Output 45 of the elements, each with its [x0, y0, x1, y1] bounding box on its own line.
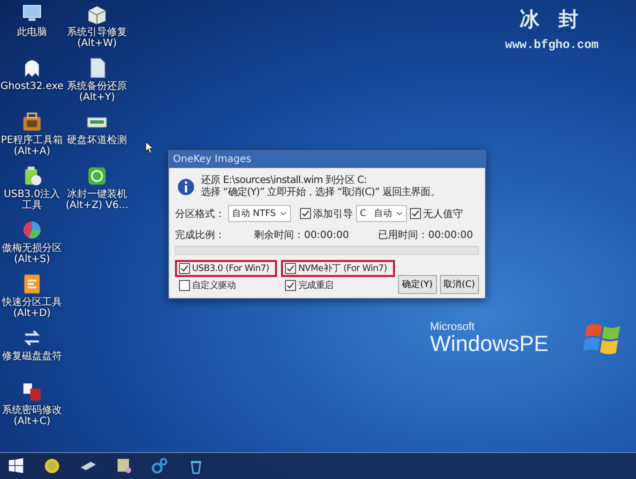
desktop-shortcut[interactable]: 冰封一键装机 (Alt+Z) V6...	[64, 164, 130, 218]
checkbox-label: 完成重启	[298, 280, 334, 292]
checkbox-label: 无人值守	[423, 208, 464, 220]
mouse-pointer-icon	[145, 141, 153, 154]
checkbox[interactable]	[285, 263, 296, 274]
desktop-shortcut[interactable]: 快速分区工具 (Alt+D)	[0, 272, 64, 326]
checkbox[interactable]	[410, 208, 422, 219]
checkbox[interactable]	[300, 208, 311, 219]
dialog-message: 还原 E:\sources\install.wim 到分区 C: 选择 “确定(Y)” 立即开始，选择 “取消(C)” 返回主界面。	[201, 175, 440, 199]
brand-name: 冰 封	[519, 6, 584, 33]
remaining-time: 剩余时间：00:00:00	[254, 228, 349, 242]
checkbox-label: NVMe补丁 (For Win7)	[298, 262, 387, 275]
elapsed-time: 已用时间：00:00:00	[378, 228, 473, 242]
desktop-shortcut[interactable]: 傲梅无损分区 (Alt+S)	[0, 218, 64, 272]
progress-label: 完成比例：	[175, 228, 225, 242]
desktop-shortcut[interactable]: Ghost32.exe	[0, 56, 64, 110]
desktop-shortcut[interactable]: 此电脑	[0, 2, 64, 56]
desktop-shortcut[interactable]: 系统密码修改 (Alt+C)	[0, 380, 64, 434]
dialog-button[interactable]: 确定(Y)	[398, 275, 437, 294]
sun-icon[interactable]	[42, 456, 62, 476]
vendor-name: Microsoft	[430, 321, 476, 333]
chevron-down-icon	[280, 211, 287, 216]
product-name: WindowsPE	[430, 333, 549, 355]
checkbox[interactable]	[179, 280, 190, 291]
dialog-button[interactable]: 取消(C)	[440, 275, 479, 294]
chevron-down-icon	[396, 211, 404, 216]
desktop-shortcut[interactable]: 系统引导修复 (Alt+W)	[64, 2, 130, 56]
desktop-shortcut[interactable]: 硬盘坏道检测	[64, 110, 130, 164]
gears-icon[interactable]	[150, 456, 170, 476]
checkbox-label: USB3.0 (For Win7)	[192, 264, 270, 274]
desktop-shortcut[interactable]: PE程序工具箱 (Alt+A)	[0, 110, 64, 164]
checkbox-label: 添加引导	[312, 208, 353, 220]
checkbox[interactable]	[179, 263, 190, 274]
desktop-shortcut[interactable]: 修复磁盘盘符	[0, 326, 64, 380]
format-label: 分区格式：	[175, 208, 225, 220]
desktop-shortcut[interactable]: 系统备份还原 (Alt+Y)	[64, 56, 130, 110]
checkbox[interactable]	[285, 280, 296, 291]
boot-dropdown[interactable]: C 自动	[356, 205, 408, 222]
windows-logo-icon[interactable]	[6, 456, 26, 476]
format-dropdown[interactable]: 自动 NTFS	[228, 205, 291, 222]
dialog-title: OneKey Images	[169, 151, 485, 168]
checkbox-label: 自定义驱动	[192, 280, 236, 292]
info-icon	[177, 178, 195, 196]
brand-website: www.bfgho.com	[505, 38, 599, 52]
desktop-shortcut[interactable]: USB3.0注入 工具	[0, 164, 64, 218]
